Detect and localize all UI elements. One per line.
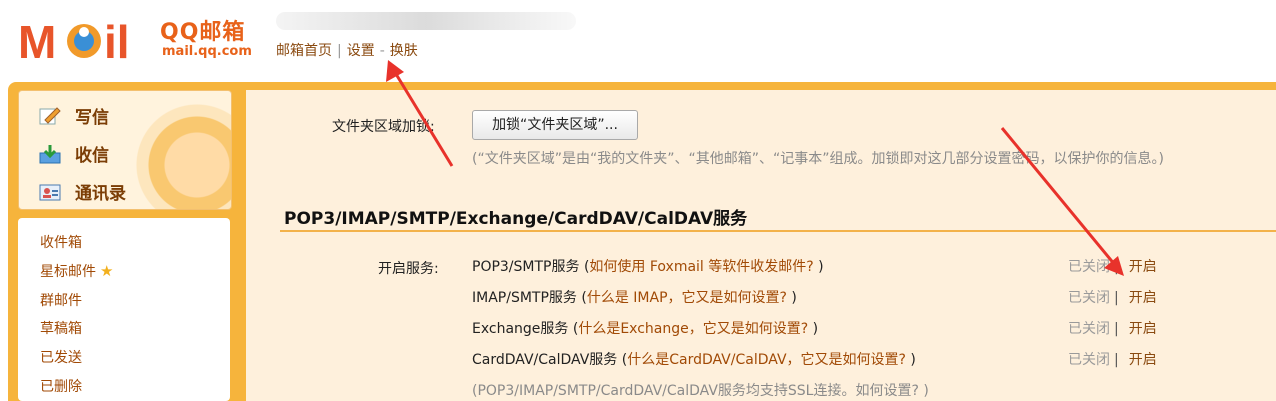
folder-deleted[interactable]: 已删除 — [40, 376, 82, 396]
star-icon: ★ — [100, 262, 114, 280]
header: M il QQ邮箱 mail.qq.com 邮箱首页 | 设置 - 换肤 — [0, 0, 1276, 84]
compose-label: 写信 — [75, 108, 109, 128]
contacts-button[interactable]: 通讯录 — [39, 179, 126, 204]
top-nav: 邮箱首页 | 设置 - 换肤 — [276, 43, 418, 59]
service-help-link[interactable]: 如何使用 Foxmail 等软件收发邮件? — [589, 259, 813, 275]
service-name: CardDAV/CalDAV服务 ( — [472, 352, 628, 368]
qq-mail-logo[interactable]: M il — [18, 14, 154, 66]
folder-list: 收件箱 星标邮件 ★ 群邮件 草稿箱 已发送 已删除 — [18, 218, 230, 401]
folder-group-mail[interactable]: 群邮件 — [40, 290, 82, 310]
ssl-hint: (POP3/IMAP/SMTP/CardDAV/CalDAV服务均支持SSL连接… — [472, 383, 929, 399]
status-separator: | — [1114, 290, 1119, 306]
service-name: POP3/SMTP服务 ( — [472, 259, 590, 275]
folder-drafts[interactable]: 草稿箱 — [40, 318, 82, 338]
service-close-paren: ) — [813, 259, 824, 275]
enable-pop3-button[interactable]: 开启 — [1129, 259, 1157, 275]
folder-sent[interactable]: 已发送 — [40, 347, 82, 367]
folder-starred[interactable]: 星标邮件 ★ — [40, 261, 113, 281]
service-close-paren: ) — [808, 321, 819, 337]
section-title: POP3/IMAP/SMTP/Exchange/CardDAV/CalDAV服务 — [284, 209, 748, 229]
service-carddav-status: 已关闭 | 开启 — [1068, 349, 1157, 369]
lock-folder-area-button[interactable]: 加锁“文件夹区域”... — [472, 110, 638, 140]
service-pop3-status: 已关闭 | 开启 — [1068, 256, 1157, 276]
contact-card-icon — [39, 184, 61, 200]
service-pop3-smtp: POP3/SMTP服务 (如何使用 Foxmail 等软件收发邮件? ) — [472, 256, 824, 276]
settings-panel: 文件夹区域加锁: 加锁“文件夹区域”... (“文件夹区域”是由“我的文件夹”、… — [246, 90, 1276, 401]
pencil-paper-icon — [39, 106, 61, 124]
service-name: Exchange服务 ( — [472, 321, 579, 337]
service-imap-smtp: IMAP/SMTP服务 (什么是 IMAP，它又是如何设置? ) — [472, 287, 797, 307]
receive-button[interactable]: 收信 — [39, 141, 109, 166]
quick-actions-panel: 写信 收信 通讯录 — [18, 90, 232, 210]
nav-settings[interactable]: 设置 — [347, 43, 375, 59]
service-exchange: Exchange服务 (什么是Exchange，它又是如何设置? ) — [472, 318, 818, 338]
blurred-account-info — [276, 12, 576, 30]
service-help-link[interactable]: 什么是CardDAV/CalDAV，它又是如何设置? — [627, 352, 906, 368]
inbox-download-icon — [39, 144, 61, 163]
status-closed: 已关闭 — [1068, 352, 1110, 368]
section-divider — [280, 230, 1276, 232]
service-help-link[interactable]: 什么是 IMAP，它又是如何设置? — [587, 290, 787, 306]
enable-carddav-button[interactable]: 开启 — [1129, 352, 1157, 368]
status-separator: | — [1114, 321, 1119, 337]
service-name: IMAP/SMTP服务 ( — [472, 290, 587, 306]
status-separator: | — [1114, 352, 1119, 368]
service-exchange-status: 已关闭 | 开启 — [1068, 318, 1157, 338]
service-imap-status: 已关闭 | 开启 — [1068, 287, 1157, 307]
compose-button[interactable]: 写信 — [39, 103, 109, 128]
svg-text:M: M — [18, 16, 56, 66]
status-closed: 已关闭 — [1068, 259, 1110, 275]
status-closed: 已关闭 — [1068, 321, 1110, 337]
contacts-label: 通讯录 — [75, 184, 126, 204]
service-help-link[interactable]: 什么是Exchange，它又是如何设置? — [578, 321, 808, 337]
folder-lock-hint: (“文件夹区域”是由“我的文件夹”、“其他邮箱”、“记事本”组成。加锁即对这几部… — [472, 151, 1164, 167]
folder-lock-label: 文件夹区域加锁: — [332, 119, 435, 135]
service-close-paren: ) — [786, 290, 797, 306]
nav-mail-home[interactable]: 邮箱首页 — [276, 43, 332, 59]
nav-change-skin[interactable]: 换肤 — [390, 43, 418, 59]
brand-name: QQ邮箱 — [160, 20, 246, 45]
brand-domain: mail.qq.com — [162, 44, 252, 59]
enable-service-label: 开启服务: — [378, 261, 439, 277]
sidebar: 写信 收信 通讯录 收件箱 星标邮件 ★ 群邮件 草稿箱 已发送 已删除 — [18, 90, 232, 401]
folder-starred-label: 星标邮件 — [40, 264, 96, 280]
enable-imap-button[interactable]: 开启 — [1129, 290, 1157, 306]
status-closed: 已关闭 — [1068, 290, 1110, 306]
service-close-paren: ) — [905, 352, 916, 368]
svg-text:il: il — [104, 16, 130, 66]
enable-exchange-button[interactable]: 开启 — [1129, 321, 1157, 337]
service-carddav-caldav: CardDAV/CalDAV服务 (什么是CardDAV/CalDAV，它又是如… — [472, 349, 916, 369]
status-separator: | — [1114, 259, 1119, 275]
receive-label: 收信 — [75, 146, 109, 166]
folder-inbox[interactable]: 收件箱 — [40, 232, 82, 252]
